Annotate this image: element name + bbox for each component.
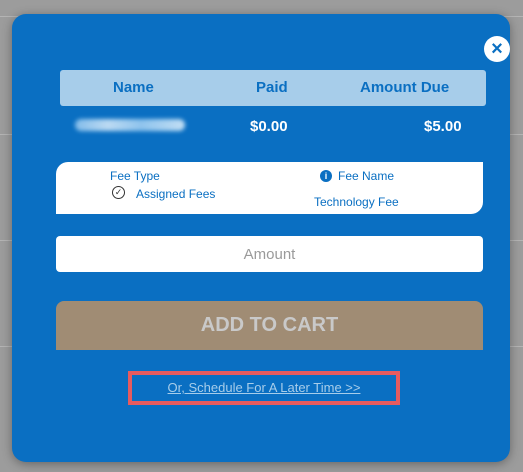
schedule-later-link[interactable]: Or, Schedule For A Later Time >> xyxy=(128,371,400,405)
column-header-amount-due: Amount Due xyxy=(360,79,450,96)
student-name-redacted xyxy=(75,119,185,131)
payment-modal: × Name Paid Amount Due $0.00 $5.00 Fee T… xyxy=(12,14,510,462)
amount-input[interactable] xyxy=(56,236,483,272)
table-row: $0.00 $5.00 xyxy=(60,114,486,140)
info-icon[interactable]: i xyxy=(320,170,332,182)
close-icon[interactable]: × xyxy=(484,36,510,62)
column-header-name: Name xyxy=(113,79,154,96)
amount-due-value: $5.00 xyxy=(424,118,462,135)
paid-value: $0.00 xyxy=(250,118,288,135)
fee-details-card: Fee Type ✓ Assigned Fees i Fee Name Tech… xyxy=(56,162,483,214)
fee-name-label: Fee Name xyxy=(338,169,395,183)
check-circle-icon: ✓ xyxy=(112,186,125,199)
column-header-paid: Paid xyxy=(256,79,288,96)
fee-type-value: Assigned Fees xyxy=(136,187,216,201)
fee-name-value: Technology Fee xyxy=(314,195,399,209)
table-header: Name Paid Amount Due xyxy=(60,70,486,106)
add-to-cart-button[interactable]: ADD TO CART xyxy=(56,301,483,350)
fee-type-label: Fee Type xyxy=(110,169,160,183)
